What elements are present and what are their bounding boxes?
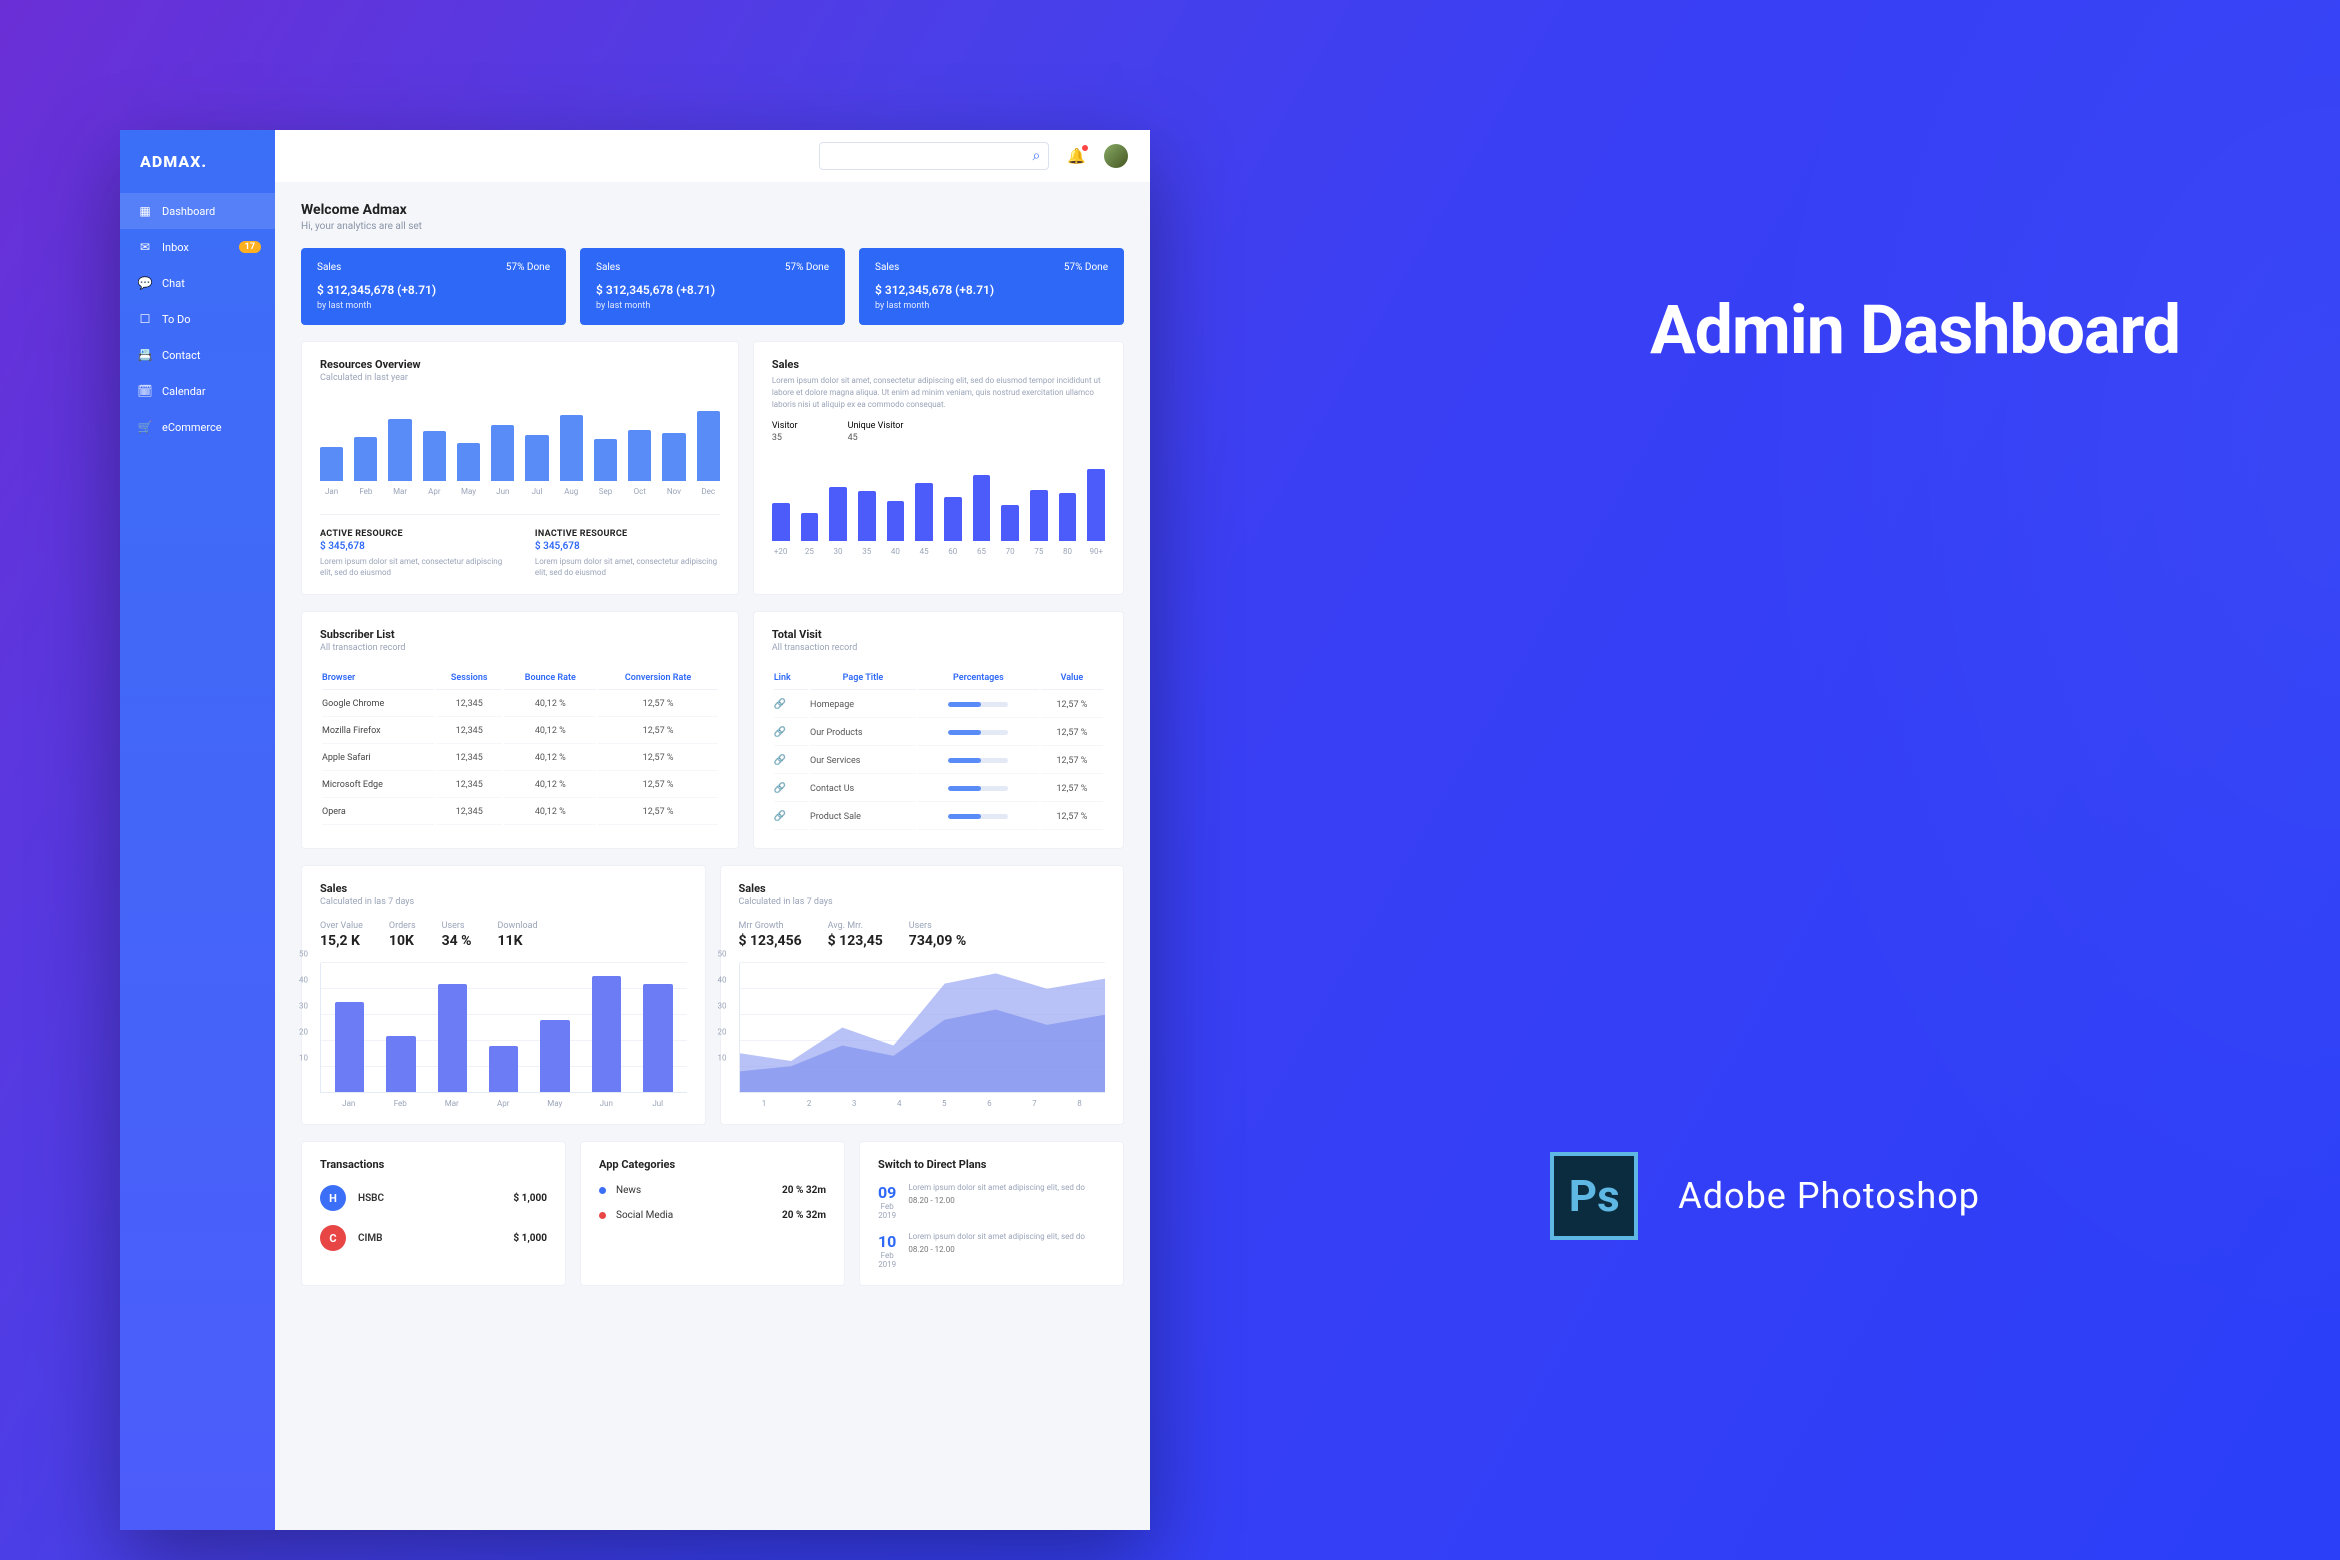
page-subtitle: Hi, your analytics are all set (301, 221, 1124, 232)
table-row[interactable]: 🔗Homepage12,57 % (774, 692, 1103, 718)
nav-icon: 📇 (138, 348, 152, 362)
search-icon[interactable]: ⌕ (1032, 148, 1040, 164)
sidebar-item-contact[interactable]: 📇Contact (120, 337, 275, 373)
table-row[interactable]: 🔗Product Sale12,57 % (774, 804, 1103, 830)
link-icon: 🔗 (774, 699, 786, 710)
plans-card: Switch to Direct Plans 09Feb2019Lorem ip… (859, 1141, 1124, 1286)
nav-icon: 🛒 (138, 420, 152, 434)
topbar: ⌕ 🔔 (275, 130, 1150, 182)
table-row[interactable]: 🔗Our Products12,57 % (774, 720, 1103, 746)
nav-icon: ☐ (138, 312, 152, 326)
transaction-row[interactable]: CCIMB$ 1,000 (320, 1225, 547, 1251)
plan-row[interactable]: 09Feb2019Lorem ipsum dolor sit amet adip… (878, 1183, 1105, 1220)
link-icon: 🔗 (774, 811, 786, 822)
nav-icon: ▦ (138, 204, 152, 218)
kpi-card[interactable]: Sales57% Done$ 312,345,678 (+8.71)by las… (580, 248, 845, 325)
app-window: ADMAX. ▦Dashboard✉Inbox17💬Chat☐To Do📇Con… (120, 130, 1150, 1530)
kpi-card[interactable]: Sales57% Done$ 312,345,678 (+8.71)by las… (301, 248, 566, 325)
nav-icon: ✉ (138, 240, 152, 254)
badge: 17 (239, 241, 261, 253)
table-row[interactable]: 🔗Contact Us12,57 % (774, 776, 1103, 802)
plan-row[interactable]: 10Feb2019Lorem ipsum dolor sit amet adip… (878, 1232, 1105, 1269)
sidebar-item-inbox[interactable]: ✉Inbox17 (120, 229, 275, 265)
bell-icon[interactable]: 🔔 (1067, 147, 1086, 165)
nav-icon: 🗓 (138, 384, 152, 398)
sidebar-item-ecommerce[interactable]: 🛒eCommerce (120, 409, 275, 445)
transactions-card: Transactions HHSBC$ 1,000CCIMB$ 1,000 (301, 1141, 566, 1286)
transaction-row[interactable]: HHSBC$ 1,000 (320, 1185, 547, 1211)
total-visit-card: Total Visit All transaction record LinkP… (753, 611, 1124, 849)
link-icon: 🔗 (774, 727, 786, 738)
hero-title: Admin Dashboard (1650, 290, 2180, 370)
sales-7days-a: Sales Calculated in las 7 days Over Valu… (301, 865, 706, 1125)
sidebar-item-calendar[interactable]: 🗓Calendar (120, 373, 275, 409)
visitor-chart (772, 461, 1105, 541)
resources-card: Resources Overview Calculated in last ye… (301, 341, 739, 595)
table-row[interactable]: Google Chrome12,34540,12 %12,57 % (322, 692, 718, 717)
photoshop-icon: Ps (1550, 1152, 1638, 1240)
sales-card: Sales Lorem ipsum dolor sit amet, consec… (753, 341, 1124, 595)
sidebar: ADMAX. ▦Dashboard✉Inbox17💬Chat☐To Do📇Con… (120, 130, 275, 1530)
page-title: Welcome Admax (301, 202, 1124, 218)
sidebar-item-to-do[interactable]: ☐To Do (120, 301, 275, 337)
resources-chart (320, 401, 720, 481)
category-row[interactable]: News20 % 32m (599, 1185, 826, 1196)
avatar[interactable] (1104, 144, 1128, 168)
category-row[interactable]: Social Media20 % 32m (599, 1210, 826, 1221)
sales-7days-b: Sales Calculated in las 7 days Mrr Growt… (720, 865, 1125, 1125)
sidebar-item-dashboard[interactable]: ▦Dashboard (120, 193, 275, 229)
table-row[interactable]: Apple Safari12,34540,12 %12,57 % (322, 746, 718, 771)
table-row[interactable]: Microsoft Edge12,34540,12 %12,57 % (322, 773, 718, 798)
categories-card: App Categories News20 % 32mSocial Media2… (580, 1141, 845, 1286)
sidebar-item-chat[interactable]: 💬Chat (120, 265, 275, 301)
link-icon: 🔗 (774, 755, 786, 766)
table-row[interactable]: 🔗Our Services12,57 % (774, 748, 1103, 774)
subscriber-card: Subscriber List All transaction record B… (301, 611, 739, 849)
search-input[interactable]: ⌕ (819, 142, 1049, 170)
sales-bar-chart: 10 20 30 40 50 (320, 963, 687, 1093)
table-row[interactable]: Opera12,34540,12 %12,57 % (322, 800, 718, 825)
mrr-area-chart: 10 20 30 40 50 (739, 963, 1106, 1093)
logo: ADMAX. (120, 130, 275, 193)
photoshop-badge: Ps Adobe Photoshop (1550, 1152, 1980, 1240)
kpi-card[interactable]: Sales57% Done$ 312,345,678 (+8.71)by las… (859, 248, 1124, 325)
link-icon: 🔗 (774, 783, 786, 794)
table-row[interactable]: Mozilla Firefox12,34540,12 %12,57 % (322, 719, 718, 744)
nav-icon: 💬 (138, 276, 152, 290)
